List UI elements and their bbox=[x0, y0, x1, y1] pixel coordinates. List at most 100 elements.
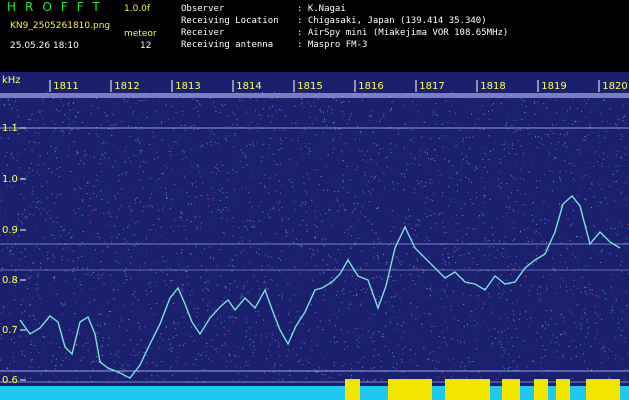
noise-dot bbox=[594, 322, 596, 324]
noise-dot bbox=[365, 291, 366, 293]
noise-dot bbox=[256, 235, 258, 237]
noise-dot bbox=[221, 217, 223, 219]
noise-dot bbox=[223, 320, 225, 322]
noise-dot bbox=[297, 288, 299, 289]
noise-dot bbox=[514, 238, 515, 240]
noise-dot bbox=[185, 175, 187, 176]
noise-dot bbox=[392, 279, 394, 281]
noise-dot bbox=[28, 278, 30, 280]
noise-dot bbox=[128, 98, 130, 99]
noise-dot bbox=[620, 157, 622, 159]
noise-dot bbox=[412, 246, 414, 248]
noise-dot bbox=[566, 244, 568, 246]
noise-dot bbox=[320, 214, 321, 216]
noise-dot bbox=[341, 150, 343, 152]
noise-dot bbox=[175, 218, 177, 220]
noise-dot bbox=[482, 214, 484, 216]
noise-dot bbox=[111, 113, 113, 115]
noise-dot bbox=[243, 288, 244, 290]
noise-dot bbox=[618, 327, 620, 329]
noise-dot bbox=[511, 337, 513, 339]
noise-dot bbox=[439, 213, 441, 214]
noise-dot bbox=[294, 266, 296, 268]
noise-dot bbox=[593, 196, 595, 198]
noise-dot bbox=[64, 303, 66, 305]
noise-dot bbox=[473, 251, 474, 253]
noise-dot bbox=[149, 205, 151, 207]
noise-dot bbox=[49, 342, 51, 344]
noise-dot bbox=[249, 240, 251, 242]
noise-dot bbox=[182, 150, 184, 152]
noise-dot bbox=[41, 110, 43, 112]
noise-dot bbox=[458, 377, 460, 379]
noise-dot bbox=[264, 101, 266, 103]
noise-dot bbox=[447, 253, 449, 255]
noise-dot bbox=[314, 369, 316, 370]
noise-dot bbox=[365, 264, 367, 266]
noise-dot bbox=[315, 231, 317, 233]
noise-dot bbox=[607, 219, 609, 221]
noise-dot bbox=[209, 246, 211, 248]
noise-dot bbox=[503, 143, 505, 145]
noise-dot bbox=[211, 172, 213, 173]
noise-dot bbox=[503, 291, 505, 293]
noise-dot bbox=[137, 138, 139, 140]
noise-dot bbox=[477, 294, 479, 296]
noise-dot bbox=[196, 164, 198, 166]
noise-dot bbox=[487, 114, 489, 116]
noise-dot bbox=[438, 138, 440, 139]
noise-dot bbox=[132, 294, 134, 295]
noise-dot bbox=[275, 173, 277, 175]
noise-dot bbox=[65, 352, 67, 354]
noise-dot bbox=[497, 185, 499, 187]
noise-dot bbox=[528, 294, 530, 296]
noise-dot bbox=[389, 307, 391, 309]
noise-dot bbox=[248, 192, 249, 193]
noise-dot bbox=[214, 325, 216, 327]
noise-dot bbox=[527, 227, 529, 229]
noise-dot bbox=[333, 137, 335, 139]
noise-dot bbox=[267, 242, 269, 243]
noise-dot bbox=[497, 218, 499, 220]
noise-dot bbox=[390, 152, 392, 153]
noise-dot bbox=[586, 319, 588, 320]
noise-dot bbox=[67, 356, 69, 358]
noise-dot bbox=[385, 371, 387, 373]
noise-dot bbox=[68, 154, 70, 156]
noise-dot bbox=[429, 256, 431, 258]
noise-dot bbox=[64, 270, 66, 272]
noise-dot bbox=[429, 253, 431, 255]
noise-dot bbox=[475, 237, 477, 239]
noise-dot bbox=[346, 165, 348, 167]
noise-dot bbox=[386, 166, 388, 168]
noise-dot bbox=[602, 102, 604, 104]
noise-dot bbox=[545, 290, 547, 292]
noise-dot bbox=[171, 147, 173, 149]
noise-dot bbox=[289, 260, 291, 262]
noise-dot bbox=[625, 327, 627, 329]
noise-dot bbox=[429, 295, 431, 297]
noise-dot bbox=[55, 246, 57, 248]
noise-dot bbox=[474, 169, 476, 171]
noise-dot bbox=[236, 304, 238, 306]
noise-dot bbox=[483, 113, 485, 115]
noise-dot bbox=[127, 101, 128, 103]
noise-dot bbox=[224, 138, 226, 140]
noise-dot bbox=[31, 187, 33, 189]
noise-dot bbox=[231, 284, 233, 286]
noise-dot bbox=[53, 277, 55, 279]
noise-dot bbox=[219, 183, 221, 185]
noise-dot bbox=[307, 254, 309, 256]
noise-dot bbox=[180, 169, 181, 171]
noise-dot bbox=[22, 213, 24, 215]
noise-dot bbox=[170, 150, 172, 152]
noise-dot bbox=[170, 154, 172, 156]
noise-dot bbox=[137, 221, 139, 222]
noise-dot bbox=[31, 362, 33, 364]
noise-dot bbox=[131, 208, 133, 210]
noise-dot bbox=[396, 239, 398, 241]
noise-dot bbox=[585, 336, 587, 338]
noise-dot bbox=[488, 158, 490, 160]
noise-dot bbox=[363, 356, 365, 358]
noise-dot bbox=[407, 290, 409, 292]
